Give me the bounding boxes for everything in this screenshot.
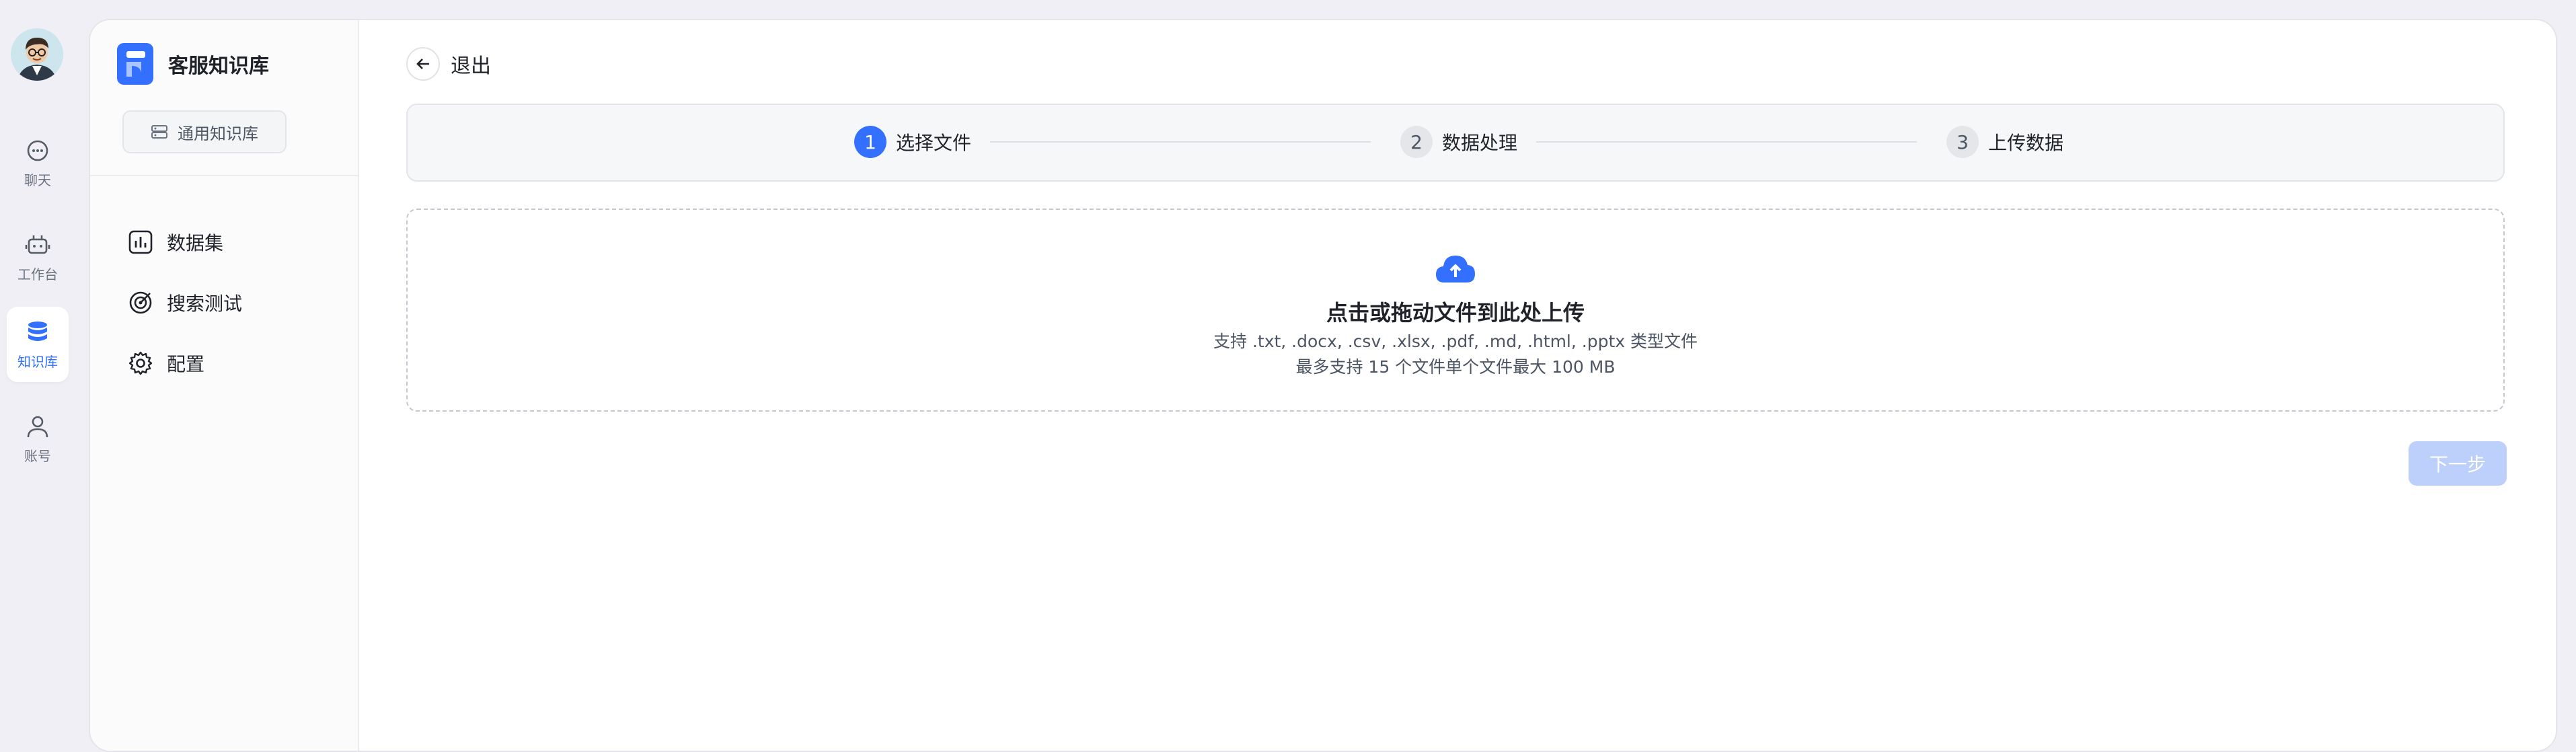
exit-button[interactable]: 退出 bbox=[406, 47, 491, 81]
step-upload-data: 3 上传数据 bbox=[1946, 125, 2063, 159]
upload-formats: 支持 .txt, .docx, .csv, .xlsx, .pdf, .md, … bbox=[1213, 332, 1698, 351]
kb-header: 客服知识库 bbox=[117, 43, 269, 85]
step-number: 1 bbox=[854, 126, 886, 158]
nav-rail: 聊天 工作台 知识库 账号 bbox=[0, 0, 74, 725]
step-connector bbox=[1536, 141, 1917, 143]
nav-label-knowledge-base: 知识库 bbox=[17, 353, 58, 370]
avatar-image bbox=[11, 28, 63, 81]
step-process-data: 2 数据处理 bbox=[1400, 125, 1517, 159]
robot-icon bbox=[25, 235, 50, 254]
menu-label-dataset: 数据集 bbox=[167, 232, 224, 254]
exit-label: 退出 bbox=[451, 54, 491, 78]
step-number: 2 bbox=[1400, 126, 1433, 158]
database-icon bbox=[28, 321, 47, 341]
avatar[interactable] bbox=[11, 28, 63, 81]
kb-sidebar: 客服知识库 通用知识库 数据集 搜索测试 配置 bbox=[90, 20, 359, 751]
nav-label-chat: 聊天 bbox=[24, 172, 51, 188]
upload-limit: 最多支持 15 个文件单个文件最大 100 MB bbox=[1295, 357, 1616, 377]
step-connector bbox=[990, 141, 1371, 143]
nav-item-workspace[interactable]: 工作台 bbox=[7, 219, 69, 295]
menu-label-search-test: 搜索测试 bbox=[167, 293, 243, 315]
menu-item-config[interactable]: 配置 bbox=[128, 343, 204, 383]
kb-type-label: 通用知识库 bbox=[178, 124, 258, 143]
kb-title: 客服知识库 bbox=[168, 54, 269, 78]
user-icon bbox=[27, 416, 48, 437]
server-icon bbox=[151, 125, 167, 139]
file-dropzone[interactable]: 点击或拖动文件到此处上传 支持 .txt, .docx, .csv, .xlsx… bbox=[406, 209, 2505, 412]
main-content: 退出 1 选择文件 2 数据处理 3 上传数据 点击或拖动文件到此处上传 支持 … bbox=[359, 20, 2556, 751]
arrow-left-icon bbox=[416, 59, 429, 69]
kb-type-badge: 通用知识库 bbox=[122, 110, 287, 153]
target-icon bbox=[129, 291, 152, 314]
nav-item-chat[interactable]: 聊天 bbox=[7, 125, 69, 200]
back-arrow-circle bbox=[406, 47, 440, 81]
step-number: 3 bbox=[1946, 126, 1979, 158]
nav-item-account[interactable]: 账号 bbox=[7, 401, 69, 476]
menu-item-dataset[interactable]: 数据集 bbox=[128, 222, 223, 262]
menu-label-config: 配置 bbox=[167, 353, 205, 375]
cloud-upload-icon bbox=[1436, 256, 1475, 283]
nav-label-workspace: 工作台 bbox=[17, 266, 58, 283]
step-indicator: 1 选择文件 2 数据处理 3 上传数据 bbox=[406, 104, 2505, 182]
step-label: 选择文件 bbox=[896, 132, 972, 154]
nav-item-knowledge-base[interactable]: 知识库 bbox=[7, 307, 69, 382]
chat-icon bbox=[27, 140, 48, 161]
step-select-file: 1 选择文件 bbox=[854, 125, 971, 159]
kb-logo-icon bbox=[117, 43, 153, 85]
upload-title: 点击或拖动文件到此处上传 bbox=[1326, 300, 1585, 326]
bar-chart-icon bbox=[128, 230, 153, 254]
next-step-button[interactable]: 下一步 bbox=[2409, 441, 2507, 486]
nav-label-account: 账号 bbox=[24, 447, 51, 464]
step-label: 数据处理 bbox=[1442, 132, 1518, 154]
menu-item-search-test[interactable]: 搜索测试 bbox=[128, 283, 242, 323]
sidebar-divider bbox=[90, 175, 358, 176]
step-label: 上传数据 bbox=[1988, 132, 2064, 154]
app-card: 客服知识库 通用知识库 数据集 搜索测试 配置 退出 1 选择文件 2 数据处理… bbox=[89, 19, 2557, 752]
gear-icon bbox=[128, 351, 153, 375]
